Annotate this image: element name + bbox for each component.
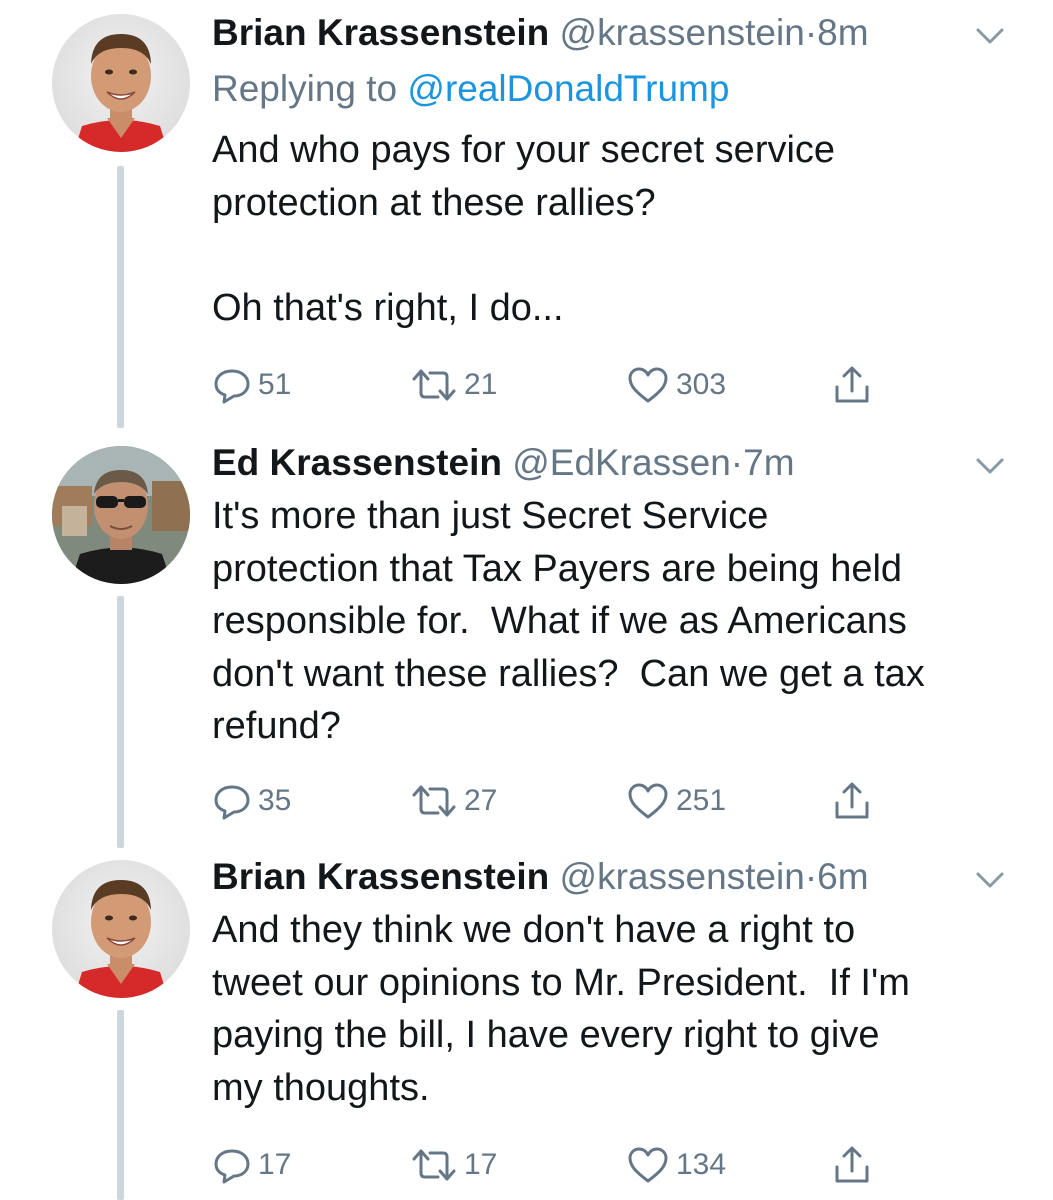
- reply-icon: [214, 369, 250, 404]
- tweet-text-line: And they think we don't have a right to: [212, 909, 856, 951]
- tweet-text-line: refund?: [212, 705, 341, 747]
- reply-count: 51: [258, 368, 292, 401]
- separator: ·: [804, 12, 818, 53]
- separator: ·: [730, 442, 744, 483]
- retweet-button[interactable]: 17: [410, 1140, 497, 1190]
- thread-line: [117, 1010, 124, 1200]
- tweet-header: Brian Krassenstein @krassenstein·6m: [212, 852, 1023, 902]
- tweet-text: And they think we don't have a right to …: [212, 904, 1012, 1114]
- reply-icon: [214, 785, 250, 820]
- display-name[interactable]: Brian Krassenstein: [212, 856, 549, 897]
- retweet-count: 21: [464, 368, 498, 401]
- tweet-3[interactable]: Brian Krassenstein @krassenstein·6m And …: [0, 852, 1053, 1200]
- tweet-text-line: paying the bill, I have every right to g…: [212, 1014, 880, 1056]
- like-button[interactable]: 134: [626, 1140, 726, 1190]
- tweet-text: It's more than just Secret Service prote…: [212, 490, 1012, 753]
- reply-button[interactable]: 17: [212, 1140, 291, 1190]
- share-button[interactable]: [832, 1140, 872, 1190]
- thread-line: [117, 596, 124, 848]
- reply-icon: [214, 1149, 250, 1184]
- chevron-down-icon[interactable]: [970, 864, 1010, 894]
- retweet-icon: [412, 785, 456, 817]
- replying-to: Replying to @realDonaldTrump: [212, 64, 729, 114]
- like-count: 251: [676, 784, 727, 817]
- tweet-text-line: [212, 229, 1012, 282]
- action-bar: 35 27 251: [212, 776, 912, 826]
- share-icon: [835, 366, 869, 403]
- tweet-text-line: tweet our opinions to Mr. President. If …: [212, 961, 910, 1004]
- user-handle[interactable]: @krassenstein: [560, 12, 805, 53]
- like-button[interactable]: 303: [626, 360, 726, 410]
- share-button[interactable]: [832, 776, 872, 826]
- retweet-icon: [412, 1149, 456, 1181]
- action-bar: 17 17 134: [212, 1140, 912, 1190]
- share-button[interactable]: [832, 360, 872, 410]
- timestamp[interactable]: 7m: [743, 442, 794, 483]
- heart-icon: [628, 367, 668, 403]
- retweet-count: 17: [464, 1148, 498, 1181]
- avatar[interactable]: [52, 446, 190, 584]
- action-bar: 51 21 303: [212, 360, 912, 410]
- tweet-text-line: my thoughts.: [212, 1066, 430, 1109]
- user-handle[interactable]: @krassenstein: [560, 856, 805, 897]
- user-handle[interactable]: @EdKrassen: [512, 442, 731, 483]
- retweet-button[interactable]: 21: [410, 360, 497, 410]
- tweet-header: Brian Krassenstein @krassenstein·8m: [212, 8, 1023, 58]
- tweet-2[interactable]: Ed Krassenstein @EdKrassen·7m It's more …: [0, 438, 1053, 848]
- heart-icon: [628, 1147, 668, 1183]
- reply-button[interactable]: 35: [212, 776, 291, 826]
- tweet-1[interactable]: Brian Krassenstein @krassenstein·8m Repl…: [0, 8, 1053, 428]
- retweet-icon: [412, 369, 456, 401]
- tweet-header: Ed Krassenstein @EdKrassen·7m: [212, 438, 1023, 488]
- tweet-text-line: protection that Tax Payers are being hel…: [212, 547, 903, 590]
- separator: ·: [804, 856, 818, 897]
- like-count: 303: [676, 368, 727, 401]
- tweet-text-line: don't want these rallies? Can we get a t…: [212, 652, 925, 695]
- retweet-count: 27: [464, 784, 498, 817]
- retweet-button[interactable]: 27: [410, 776, 497, 826]
- share-icon: [835, 1146, 869, 1183]
- like-button[interactable]: 251: [626, 776, 726, 826]
- display-name[interactable]: Ed Krassenstein: [212, 442, 502, 483]
- thread-line: [117, 166, 124, 428]
- avatar[interactable]: [52, 14, 190, 152]
- heart-icon: [628, 783, 668, 819]
- chevron-down-icon[interactable]: [970, 20, 1010, 50]
- reply-count: 17: [258, 1148, 292, 1181]
- tweet-text-line: And who pays for your secret service: [212, 129, 836, 171]
- like-count: 134: [676, 1148, 727, 1181]
- avatar[interactable]: [52, 860, 190, 998]
- tweet-text: And who pays for your secret service pro…: [212, 124, 1012, 334]
- tweet-text-line: Oh that's right, I do...: [212, 286, 564, 329]
- display-name[interactable]: Brian Krassenstein: [212, 12, 549, 53]
- reply-button[interactable]: 51: [212, 360, 291, 410]
- share-icon: [835, 782, 869, 819]
- replying-prefix: Replying to: [212, 68, 408, 109]
- tweet-text-line: protection at these rallies?: [212, 181, 656, 224]
- timestamp[interactable]: 6m: [817, 856, 868, 897]
- reply-count: 35: [258, 784, 292, 817]
- tweet-text-line: It's more than just Secret Service: [212, 495, 769, 537]
- tweet-text-line: responsible for. What if we as Americans: [212, 600, 907, 642]
- timestamp[interactable]: 8m: [817, 12, 868, 53]
- mention-link[interactable]: @realDonaldTrump: [407, 68, 729, 109]
- chevron-down-icon[interactable]: [970, 450, 1010, 480]
